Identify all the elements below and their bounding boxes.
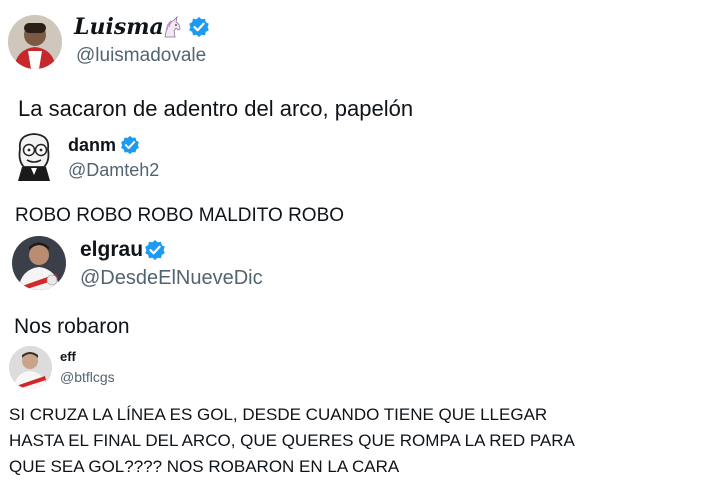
unicorn-emoji-icon [160,15,184,39]
tweet-text: ROBO ROBO ROBO MALDITO ROBO [15,205,345,226]
avatar-elgrau[interactable] [12,236,66,290]
display-name[interactable]: Luisma [74,14,164,40]
handle[interactable]: @btflcgs [60,369,115,385]
verified-badge-icon [188,16,210,38]
avatar-eff[interactable] [9,346,52,389]
tweet-text-line: HASTA EL FINAL DEL ARCO, QUE QUERES QUE … [9,431,575,450]
tweet-text-line: SI CRUZA LA LÍNEA ES GOL, DESDE CUANDO T… [9,405,548,424]
handle[interactable]: @Damteh2 [68,160,159,181]
tweet-text: Nos robaron [14,315,130,338]
verified-badge-icon [120,135,140,155]
display-name[interactable]: elgrau [80,238,143,262]
avatar-luisma[interactable] [8,15,62,69]
tweet-text-line: QUE SEA GOL???? NOS ROBARON EN LA CARA [9,457,400,476]
handle[interactable]: @DesdeElNueveDic [80,267,263,290]
avatar-danm[interactable] [10,131,58,181]
display-name[interactable]: eff [60,349,76,364]
display-name[interactable]: danm [68,135,116,156]
handle[interactable]: @luismadovale [76,45,206,67]
tweet-text: La sacaron de adentro del arco, papelón [18,96,414,121]
verified-badge-icon [144,239,166,261]
